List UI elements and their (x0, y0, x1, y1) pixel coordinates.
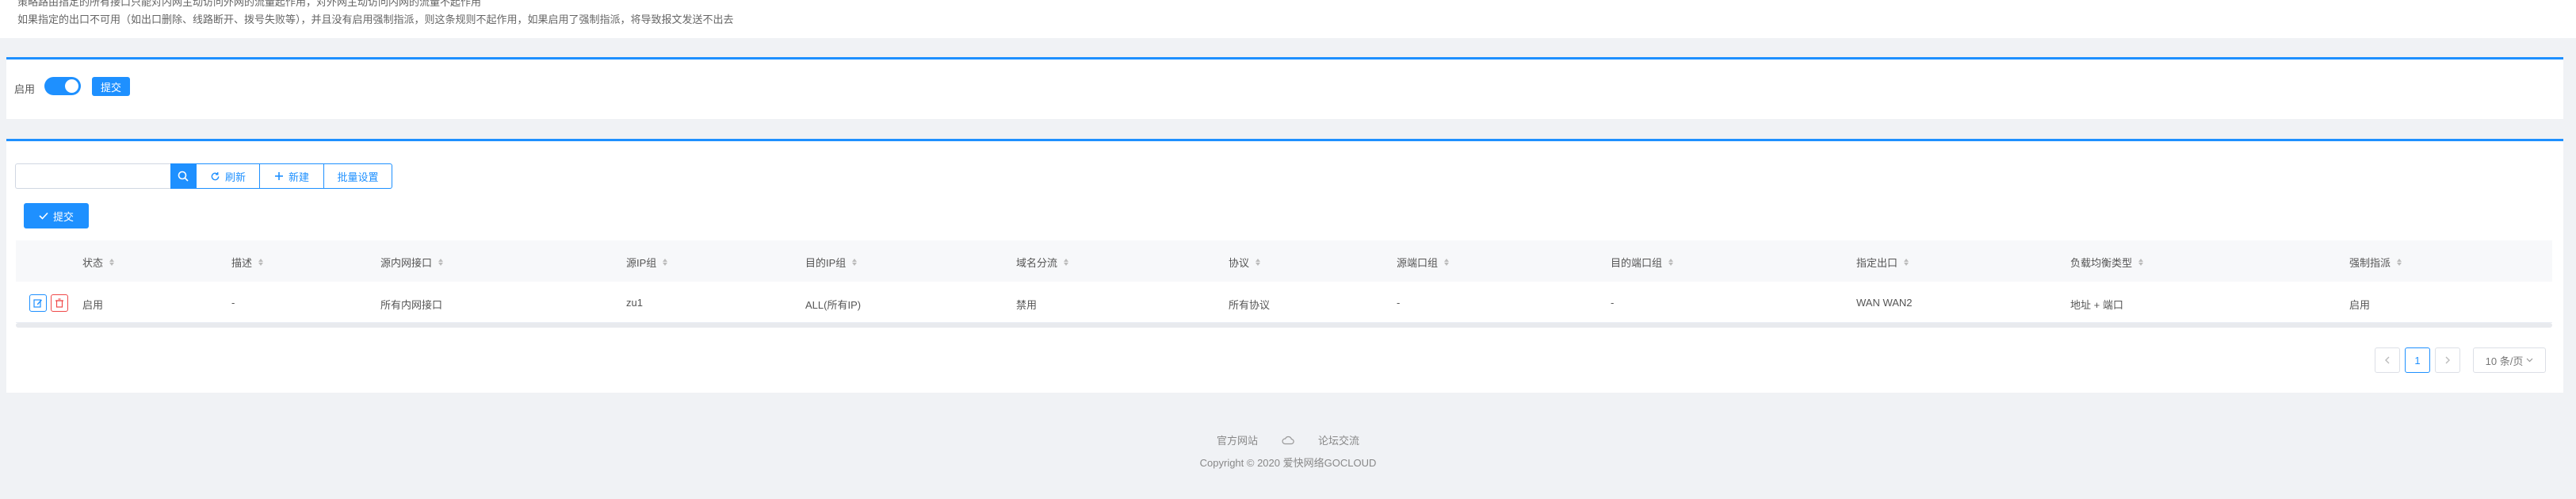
batch-settings-button[interactable]: 批量设置 (324, 163, 392, 189)
col-load-balance-type[interactable]: 负载均衡类型 (2070, 255, 2144, 270)
copyright: Copyright © 2020 爱快网络GOCLOUD (1199, 457, 1377, 469)
delete-button[interactable] (51, 294, 68, 312)
col-dest-port-group[interactable]: 目的端口组 (1611, 255, 1674, 270)
cell-outbound: WAN WAN2 (1856, 297, 1913, 309)
cell-protocol: 所有协议 (1229, 299, 1271, 311)
cloud-icon (1282, 436, 1294, 444)
page-size-select[interactable]: 10 条/页 (2473, 347, 2546, 373)
table-row: 启用 - 所有内网接口 zu1 ALL(所有IP) 禁用 所有协议 - - WA… (16, 282, 2552, 323)
sort-icon (1064, 259, 1069, 266)
refresh-label: 刷新 (224, 171, 246, 183)
chevron-right-icon (2445, 356, 2450, 364)
col-description[interactable]: 描述 (231, 255, 264, 270)
cell-load-balance-type: 地址 + 端口 (2070, 299, 2123, 311)
sort-icon (1668, 259, 1674, 266)
col-force-assign[interactable]: 强制指派 (2349, 255, 2402, 270)
col-status[interactable]: 状态 (82, 255, 115, 270)
enable-toggle[interactable] (44, 77, 81, 95)
sort-icon (2397, 259, 2402, 266)
page-number-button[interactable]: 1 (2405, 347, 2430, 373)
sort-icon (1444, 259, 1450, 266)
new-button[interactable]: 新建 (260, 163, 324, 189)
col-protocol[interactable]: 协议 (1229, 255, 1261, 270)
sort-icon (109, 259, 115, 266)
sort-icon (2138, 259, 2144, 266)
col-source-interface[interactable]: 源内网接口 (380, 255, 444, 270)
plus-icon (274, 172, 283, 180)
rules-table: 状态 描述 源内网接口 源IP组 目的IP组 域名分流 协议 源端口组 目的端口… (16, 240, 2552, 328)
refresh-icon (211, 171, 220, 180)
col-source-ip-group[interactable]: 源IP组 (626, 255, 668, 270)
edit-button[interactable] (29, 294, 47, 312)
settings-submit-button[interactable]: 提交 (92, 77, 130, 96)
trash-icon (55, 298, 63, 308)
chevron-down-icon (2526, 358, 2533, 363)
search-input[interactable] (15, 163, 170, 189)
notice-line-1: 策略路由指定的所有接口只能对内网主动访问外网的流量起作用，对外网主动访问内网的流… (17, 0, 482, 8)
enable-panel: 启用 提交 (6, 57, 2563, 119)
refresh-button[interactable]: 刷新 (196, 163, 260, 189)
footer-links: 官方网站 论坛交流 (0, 432, 2576, 447)
chevron-left-icon (2385, 356, 2390, 364)
sort-icon (258, 259, 264, 266)
next-page-button[interactable] (2435, 347, 2460, 373)
cell-source-interface: 所有内网接口 (380, 299, 443, 311)
edit-icon (33, 299, 42, 308)
col-domain-split[interactable]: 域名分流 (1016, 255, 1069, 270)
cell-source-port-group: - (1397, 297, 1401, 309)
forum-link[interactable]: 论坛交流 (1318, 432, 1359, 447)
col-outbound[interactable]: 指定出口 (1856, 255, 1909, 270)
cell-source-ip-group: zu1 (626, 297, 643, 309)
cell-dest-ip-group: ALL(所有IP) (805, 299, 862, 311)
sort-icon (1904, 259, 1909, 266)
col-dest-ip-group[interactable]: 目的IP组 (805, 255, 858, 270)
sort-icon (1256, 259, 1261, 266)
official-site-link[interactable]: 官方网站 (1217, 432, 1258, 447)
cell-description: - (231, 297, 235, 309)
cell-status: 启用 (82, 299, 104, 311)
sort-icon (663, 259, 668, 266)
notice-panel: 策略路由指定的所有接口只能对内网主动访问外网的流量起作用，对外网主动访问内网的流… (0, 0, 2576, 38)
toggle-knob (65, 79, 78, 93)
rules-submit-button[interactable]: 提交 (24, 203, 89, 228)
check-icon (39, 212, 48, 220)
notice-line-2: 如果指定的出口不可用（如出口删除、线路断开、拨号失败等），并且没有启用强制指派，… (17, 13, 734, 25)
prev-page-button[interactable] (2375, 347, 2400, 373)
cell-domain-split: 禁用 (1016, 299, 1038, 311)
sort-icon (438, 259, 444, 266)
search-button[interactable] (170, 163, 196, 189)
enable-label: 启用 (14, 83, 36, 95)
rules-panel: 刷新 新建 批量设置 提交 状态 描述 源内网接口 源IP组 目的IP组 域名分… (6, 139, 2563, 393)
table-header: 状态 描述 源内网接口 源IP组 目的IP组 域名分流 协议 源端口组 目的端口… (16, 240, 2552, 282)
rules-submit-label: 提交 (52, 210, 74, 223)
new-label: 新建 (288, 171, 309, 183)
page-size-label: 10 条/页 (2485, 355, 2524, 367)
col-source-port-group[interactable]: 源端口组 (1397, 255, 1450, 270)
cell-dest-port-group: - (1611, 297, 1615, 309)
search-icon (178, 171, 189, 182)
horizontal-scrollbar[interactable] (16, 323, 2552, 328)
cell-force-assign: 启用 (2349, 299, 2371, 311)
sort-icon (852, 259, 858, 266)
